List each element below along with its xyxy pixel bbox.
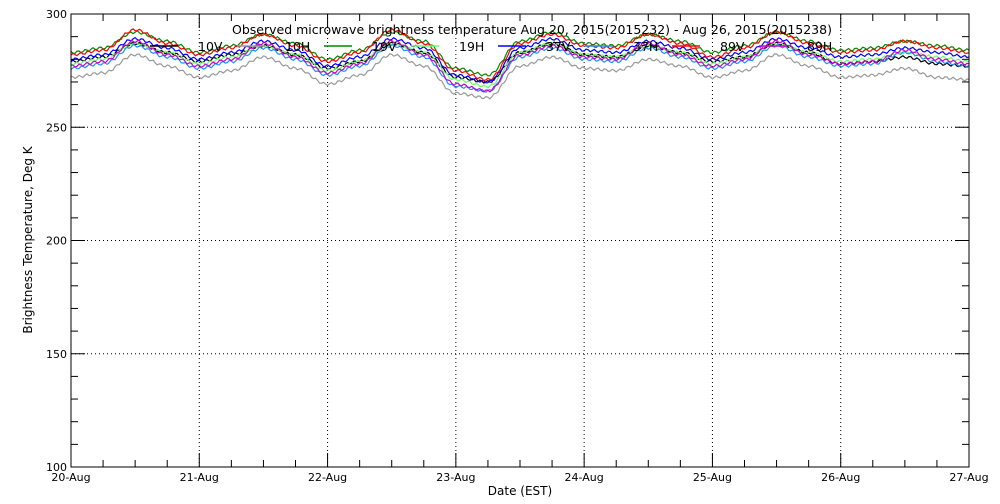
legend-label-19H: 19H: [459, 39, 484, 54]
grid: [71, 14, 969, 467]
chart-title: Observed microwave brightness temperatur…: [232, 22, 832, 37]
legend-label-10V: 10V: [198, 39, 223, 54]
x-tick-label: 22-Aug: [308, 471, 347, 484]
y-tick-label: 200: [46, 235, 67, 248]
x-axis-label: Date (EST): [488, 484, 552, 498]
y-tick-label: 250: [46, 121, 67, 134]
x-tick-label: 24-Aug: [565, 471, 604, 484]
legend: 10V 10H 19V 19H 37V 37H 89V 89H: [150, 39, 832, 54]
x-tick-label: 27-Aug: [949, 471, 988, 484]
legend-label-89V: 89V: [720, 39, 745, 54]
x-tick-label: 26-Aug: [821, 471, 860, 484]
y-axis-label: Brightness Temperature, Deg K: [21, 145, 35, 333]
x-tick-label: 23-Aug: [436, 471, 475, 484]
x-tick-label: 20-Aug: [51, 471, 90, 484]
x-tick-label: 25-Aug: [693, 471, 732, 484]
legend-label-37H: 37H: [633, 39, 658, 54]
legend-label-10H: 10H: [285, 39, 310, 54]
x-tick-label: 21-Aug: [180, 471, 219, 484]
axes: 10015020025030020-Aug 21-Aug 22-Aug 23-Aug 2…: [46, 8, 989, 484]
y-tick-label: 300: [46, 8, 67, 21]
legend-label-19V: 19V: [372, 39, 397, 54]
brightness-temperature-chart: 10015020025030020-Aug 21-Aug 22-Aug 23-Aug 2…: [21, 8, 989, 498]
legend-label-37V: 37V: [546, 39, 571, 54]
legend-label-89H: 89H: [807, 39, 832, 54]
y-tick-label: 150: [46, 348, 67, 361]
